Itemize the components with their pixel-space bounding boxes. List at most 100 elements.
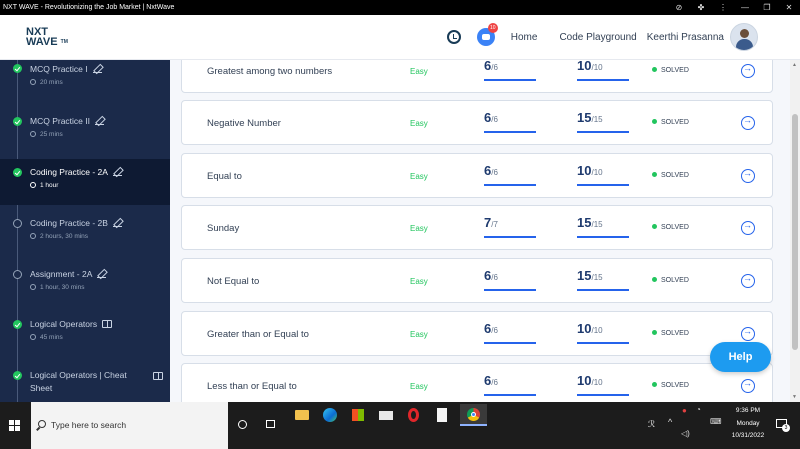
wifi-icon[interactable]: ◔ xyxy=(696,405,701,414)
question-card[interactable]: Equal to Easy 6/6 10/10 SOLVED xyxy=(181,153,773,198)
test-cases-total: /6 xyxy=(491,168,498,177)
question-card[interactable]: Not Equal to Easy 6/6 15/15 SOLVED xyxy=(181,258,773,303)
question-card[interactable]: Greater than or Equal to Easy 6/6 10/10 SOLV… xyxy=(181,311,773,356)
clock-day[interactable]: Monday xyxy=(730,420,766,427)
sidebar-item-label: MCQ Practice II xyxy=(30,116,90,126)
question-title[interactable]: Sunday xyxy=(207,223,239,234)
sidebar-item-assignment-2a[interactable]: Assignment - 2A 1 hour, 30 mins xyxy=(0,261,170,307)
points-progress-bar xyxy=(577,394,629,396)
file-explorer-icon[interactable] xyxy=(291,404,313,426)
sidebar-item-label: Logical Operators xyxy=(30,319,98,329)
points-score: 15/15 xyxy=(577,267,629,291)
question-title[interactable]: Equal to xyxy=(207,171,242,182)
question-title[interactable]: Greatest among two numbers xyxy=(207,66,332,77)
notification-count: 3 xyxy=(782,424,790,432)
cortana-icon[interactable] xyxy=(238,420,247,429)
battery-alert-icon[interactable]: ● xyxy=(682,406,687,415)
arrow-right-circle-icon[interactable] xyxy=(741,378,755,393)
scrollbar-thumb[interactable] xyxy=(792,114,798,350)
minimize-button[interactable]: — xyxy=(734,0,756,15)
logo-bottom-text: WAVE xyxy=(26,36,58,48)
difficulty-label: Easy xyxy=(410,119,428,128)
help-button[interactable]: Help xyxy=(710,342,771,372)
page-scrollbar[interactable]: ▲ ▼ xyxy=(790,60,800,402)
pending-circle-icon xyxy=(13,270,22,279)
menu-icon[interactable]: ⋮ xyxy=(712,0,734,15)
windows-start-icon[interactable] xyxy=(9,420,21,432)
browser-title-bar: NXT WAVE - Revolutionizing the Job Marke… xyxy=(0,0,800,15)
sidebar-item-label: Coding Practice - 2A xyxy=(30,167,108,177)
sidebar-item-logical-operators-cheat-sheet[interactable]: Logical Operators | Cheat Sheet xyxy=(0,363,170,402)
question-title[interactable]: Less than or Equal to xyxy=(207,381,297,392)
chat-icon[interactable]: 10 xyxy=(476,23,498,46)
sidebar-item-label: Coding Practice - 2B xyxy=(30,218,108,228)
search-placeholder: Type here to search xyxy=(51,420,127,430)
completed-check-icon xyxy=(13,168,22,177)
sidebar-item-mcq-practice-1[interactable]: MCQ Practice I 20 mins xyxy=(0,60,170,104)
question-title[interactable]: Not Equal to xyxy=(207,276,259,287)
question-card[interactable]: Sunday Easy 7/7 15/15 SOLVED xyxy=(181,205,773,250)
test-cases-progress-bar xyxy=(484,394,536,396)
scroll-up-arrow-icon[interactable]: ▲ xyxy=(792,62,797,68)
sidebar-item-coding-practice-2a[interactable]: Coding Practice - 2A 1 hour xyxy=(0,159,170,205)
search-icon xyxy=(38,420,46,428)
window-title: NXT WAVE - Revolutionizing the Job Marke… xyxy=(3,4,175,11)
task-view-icon[interactable] xyxy=(266,420,275,428)
question-list: Greatest among two numbers Easy 6/6 10/10 SO… xyxy=(170,60,790,402)
extensions-icon[interactable]: ✤ xyxy=(690,0,712,15)
question-title[interactable]: Negative Number xyxy=(207,118,281,129)
clock-icon xyxy=(30,131,36,137)
question-title[interactable]: Greater than or Equal to xyxy=(207,329,309,340)
question-card[interactable]: Greatest among two numbers Easy 6/6 10/10 SO… xyxy=(181,60,773,93)
microsoft-store-icon[interactable] xyxy=(347,404,369,426)
points-progress-bar xyxy=(577,79,629,81)
clock-time[interactable]: 9:36 PM xyxy=(730,407,766,414)
clock-date[interactable]: 10/31/2022 xyxy=(726,432,770,439)
user-name[interactable]: Keerthi Prasanna xyxy=(647,32,724,43)
arrow-right-circle-icon[interactable] xyxy=(741,220,755,235)
points-total: /10 xyxy=(591,326,603,335)
arrow-right-circle-icon[interactable] xyxy=(741,326,755,341)
show-hidden-icons[interactable]: ^ xyxy=(668,417,672,427)
arrow-right-circle-icon[interactable] xyxy=(741,115,755,130)
sidebar-item-mcq-practice-2[interactable]: MCQ Practice II 25 mins xyxy=(0,109,170,155)
avatar[interactable] xyxy=(730,23,758,51)
keyboard-icon[interactable]: ⌨ xyxy=(710,417,722,426)
nav-home-link[interactable]: Home xyxy=(511,32,538,43)
taskbar-search-box[interactable]: Type here to search xyxy=(31,402,228,449)
tracking-icon[interactable]: ⊘ xyxy=(668,0,690,15)
sidebar-item-logical-operators[interactable]: Logical Operators 45 mins xyxy=(0,312,170,358)
nav-code-playground-link[interactable]: Code Playground xyxy=(559,32,636,43)
arrow-right-circle-icon[interactable] xyxy=(741,168,755,183)
action-center-icon[interactable]: 3 xyxy=(776,419,790,432)
nxtwave-logo[interactable]: NXT WAVE TM xyxy=(26,27,86,48)
arrow-right-circle-icon[interactable] xyxy=(741,273,755,288)
volume-icon[interactable]: ◁) xyxy=(681,429,690,438)
timer-icon[interactable] xyxy=(446,30,461,44)
arrow-right-circle-icon[interactable] xyxy=(741,63,755,78)
mail-icon[interactable] xyxy=(375,404,397,426)
sidebar-item-duration: 45 mins xyxy=(40,334,63,341)
sidebar-item-coding-practice-2b[interactable]: Coding Practice - 2B 2 hours, 30 mins xyxy=(0,210,170,256)
test-cases-progress-bar xyxy=(484,342,536,344)
test-cases-progress-bar xyxy=(484,131,536,133)
chrome-browser-icon[interactable] xyxy=(460,404,487,426)
solved-dot-icon xyxy=(652,382,657,387)
question-card[interactable]: Less than or Equal to Easy 6/6 10/10 SOLVED xyxy=(181,363,773,402)
difficulty-label: Easy xyxy=(410,277,428,286)
status-badge: SOLVED xyxy=(652,224,689,231)
people-icon[interactable]: ℛ xyxy=(648,419,655,430)
status-badge: SOLVED xyxy=(652,67,689,74)
clock-icon xyxy=(30,182,36,188)
scroll-down-arrow-icon[interactable]: ▼ xyxy=(792,394,797,400)
close-button[interactable]: ✕ xyxy=(778,0,800,15)
points-total: /10 xyxy=(591,168,603,177)
edge-browser-icon[interactable] xyxy=(319,404,341,426)
file-icon[interactable] xyxy=(431,404,453,426)
opera-browser-icon[interactable] xyxy=(403,404,425,426)
test-cases-total: /6 xyxy=(491,63,498,72)
restore-button[interactable]: ❐ xyxy=(756,0,778,15)
points-score: 10/10 xyxy=(577,60,629,81)
question-card[interactable]: Negative Number Easy 6/6 15/15 SOLVED xyxy=(181,100,773,145)
test-cases-total: /6 xyxy=(491,326,498,335)
